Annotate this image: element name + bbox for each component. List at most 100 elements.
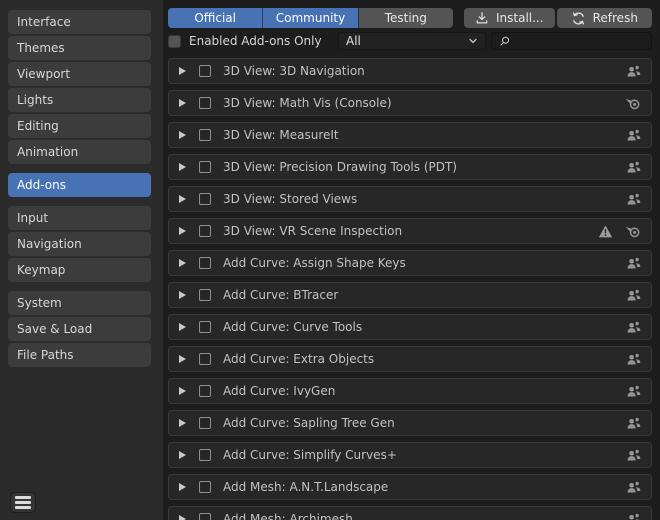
- expand-triangle-icon[interactable]: [179, 323, 186, 331]
- sidebar-item-themes[interactable]: Themes: [8, 36, 151, 60]
- addon-status-icons: [626, 352, 641, 367]
- sidebar-item-label: System: [17, 296, 62, 310]
- addon-row[interactable]: Add Curve: Sapling Tree Gen: [168, 410, 652, 436]
- expand-triangle-icon[interactable]: [179, 355, 186, 363]
- install-button[interactable]: Install...: [464, 8, 555, 28]
- sidebar-item-label: File Paths: [17, 348, 74, 362]
- addon-row[interactable]: 3D View: Math Vis (Console): [168, 90, 652, 116]
- addon-enable-checkbox[interactable]: [199, 65, 211, 77]
- expand-triangle-icon[interactable]: [179, 483, 186, 491]
- addon-row[interactable]: 3D View: VR Scene Inspection: [168, 218, 652, 244]
- sidebar-item-save-load[interactable]: Save & Load: [8, 317, 151, 341]
- chevron-down-icon: [468, 36, 478, 46]
- addon-status-icons: [626, 192, 641, 207]
- addon-status-icons: [626, 160, 641, 175]
- addon-row[interactable]: 3D View: Stored Views: [168, 186, 652, 212]
- filter-official[interactable]: Official: [168, 8, 263, 28]
- addon-name: Add Curve: Assign Shape Keys: [223, 256, 406, 270]
- refresh-button[interactable]: Refresh: [556, 8, 652, 28]
- addon-row[interactable]: Add Mesh: Archimesh: [168, 506, 652, 520]
- enabled-only-label: Enabled Add-ons Only: [189, 34, 322, 48]
- community-users-icon: [627, 321, 641, 332]
- addon-status-icons: [626, 288, 641, 303]
- sidebar-item-editing[interactable]: Editing: [8, 114, 151, 138]
- sidebar-item-animation[interactable]: Animation: [8, 140, 151, 164]
- sidebar-item-add-ons[interactable]: Add-ons: [8, 173, 151, 197]
- category-value: All: [346, 34, 361, 48]
- addon-status-icons: [626, 416, 641, 431]
- addon-name: 3D View: Stored Views: [223, 192, 358, 206]
- addon-name: Add Curve: Sapling Tree Gen: [223, 416, 395, 430]
- expand-triangle-icon[interactable]: [179, 387, 186, 395]
- filter-testing[interactable]: Testing: [357, 8, 453, 28]
- community-users-icon: [627, 65, 641, 76]
- addon-row[interactable]: 3D View: 3D Navigation: [168, 58, 652, 84]
- sidebar-item-label: Lights: [17, 93, 54, 107]
- addon-enable-checkbox[interactable]: [199, 161, 211, 173]
- enabled-only-checkbox[interactable]: [168, 34, 181, 48]
- addon-row[interactable]: Add Curve: IvyGen: [168, 378, 652, 404]
- addon-enable-checkbox[interactable]: [199, 481, 211, 493]
- search-icon: [500, 36, 510, 46]
- addon-row[interactable]: Add Curve: Assign Shape Keys: [168, 250, 652, 276]
- addon-enable-checkbox[interactable]: [199, 97, 211, 109]
- expand-triangle-icon[interactable]: [179, 259, 186, 267]
- expand-triangle-icon[interactable]: [179, 67, 186, 75]
- addon-enable-checkbox[interactable]: [199, 257, 211, 269]
- addon-enable-checkbox[interactable]: [199, 353, 211, 365]
- community-users-icon: [627, 193, 641, 204]
- expand-triangle-icon[interactable]: [179, 195, 186, 203]
- community-users-icon: [627, 161, 641, 172]
- community-users-icon: [627, 449, 641, 460]
- expand-triangle-icon[interactable]: [179, 163, 186, 171]
- addon-enable-checkbox[interactable]: [199, 417, 211, 429]
- addon-enable-checkbox[interactable]: [199, 449, 211, 461]
- expand-triangle-icon[interactable]: [179, 419, 186, 427]
- addon-enable-checkbox[interactable]: [199, 321, 211, 333]
- sidebar-item-input[interactable]: Input: [8, 206, 151, 230]
- addon-name: Add Mesh: Archimesh: [223, 512, 353, 520]
- search-input[interactable]: [516, 34, 644, 48]
- addon-name: Add Curve: Simplify Curves+: [223, 448, 397, 462]
- expand-triangle-icon[interactable]: [179, 227, 186, 235]
- addon-row[interactable]: 3D View: MeasureIt: [168, 122, 652, 148]
- community-users-icon: [627, 129, 641, 140]
- addon-row[interactable]: Add Curve: Curve Tools: [168, 314, 652, 340]
- addon-row[interactable]: Add Mesh: A.N.T.Landscape: [168, 474, 652, 500]
- search-field[interactable]: [491, 32, 652, 50]
- sidebar-item-navigation[interactable]: Navigation: [8, 232, 151, 256]
- sidebar-item-label: Navigation: [17, 237, 82, 251]
- expand-triangle-icon[interactable]: [179, 131, 186, 139]
- addon-row[interactable]: 3D View: Precision Drawing Tools (PDT): [168, 154, 652, 180]
- community-users-icon: [627, 481, 641, 492]
- addon-status-icons: [626, 320, 641, 335]
- addon-row[interactable]: Add Curve: Simplify Curves+: [168, 442, 652, 468]
- addon-row[interactable]: Add Curve: Extra Objects: [168, 346, 652, 372]
- addon-name: 3D View: VR Scene Inspection: [223, 224, 403, 238]
- addon-enable-checkbox[interactable]: [199, 385, 211, 397]
- sidebar-item-viewport[interactable]: Viewport: [8, 62, 151, 86]
- addon-enable-checkbox[interactable]: [199, 289, 211, 301]
- filter-community[interactable]: Community: [262, 8, 358, 28]
- addons-filterbar: Enabled Add-ons Only All: [168, 32, 652, 50]
- addon-enable-checkbox[interactable]: [199, 129, 211, 141]
- expand-triangle-icon[interactable]: [179, 515, 186, 520]
- sidebar-item-file-paths[interactable]: File Paths: [8, 343, 151, 367]
- hamburger-menu-icon[interactable]: [10, 492, 36, 513]
- sidebar-item-keymap[interactable]: Keymap: [8, 258, 151, 282]
- addon-enable-checkbox[interactable]: [199, 513, 211, 520]
- community-users-icon: [627, 417, 641, 428]
- expand-triangle-icon[interactable]: [179, 291, 186, 299]
- sidebar-item-system[interactable]: System: [8, 291, 151, 315]
- addon-row[interactable]: Add Curve: BTracer: [168, 282, 652, 308]
- sidebar-item-label: Themes: [17, 41, 65, 55]
- expand-triangle-icon[interactable]: [179, 451, 186, 459]
- expand-triangle-icon[interactable]: [179, 99, 186, 107]
- sidebar-item-interface[interactable]: Interface: [8, 10, 151, 34]
- category-dropdown[interactable]: All: [338, 32, 486, 50]
- sidebar-item-lights[interactable]: Lights: [8, 88, 151, 112]
- addon-enable-checkbox[interactable]: [199, 225, 211, 237]
- addon-enable-checkbox[interactable]: [199, 193, 211, 205]
- addon-status-icons: [626, 448, 641, 463]
- sidebar-item-label: Keymap: [17, 263, 66, 277]
